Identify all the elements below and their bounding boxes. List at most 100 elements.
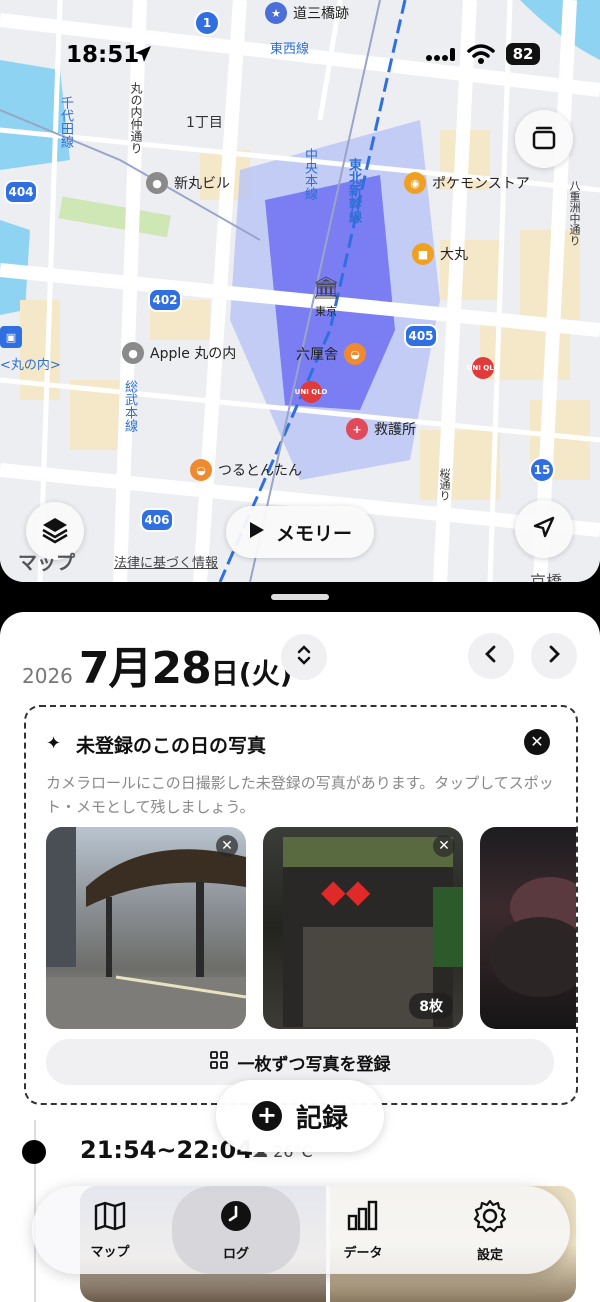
play-icon bbox=[248, 520, 266, 545]
sheet-grabber[interactable] bbox=[271, 594, 329, 600]
road-label: 京橋 bbox=[530, 572, 563, 582]
location-arrow-icon bbox=[531, 514, 557, 544]
status-bar: 18:51 82 bbox=[0, 40, 600, 72]
wifi-icon bbox=[467, 43, 495, 69]
food-icon: ◒ bbox=[344, 343, 366, 365]
pin-label: 東京 bbox=[314, 305, 337, 318]
pin-dosanbashi[interactable]: ★ 道三橋跡 bbox=[265, 2, 349, 24]
road-label: 中央本線 bbox=[302, 148, 317, 200]
route-badge: 405 bbox=[404, 324, 438, 348]
pin-rokurinsha[interactable]: 六厘舎 ◒ bbox=[296, 343, 366, 365]
map-view[interactable]: ★ 道三橋跡 ● 新丸ビル ◉ ポケモンストア ■ 大丸 🏛 東京 六厘舎 ◒ ● Apple… bbox=[0, 0, 600, 582]
grid-icon bbox=[209, 1050, 228, 1074]
photo-carousel[interactable]: ✕ ◆◆ ✕ 8枚 bbox=[46, 827, 576, 1029]
record-label: 記録 bbox=[295, 1103, 348, 1134]
pin-daimaru[interactable]: ■ 大丸 bbox=[412, 243, 468, 265]
status-time: 18:51 bbox=[66, 42, 140, 68]
map-streets bbox=[0, 0, 600, 582]
station-icon: 🏛 bbox=[312, 276, 340, 301]
route-badge: 15 bbox=[529, 457, 555, 483]
dismiss-photo-icon[interactable]: ✕ bbox=[216, 835, 238, 857]
pin-tokyo-station[interactable]: 🏛 東京 bbox=[312, 276, 340, 319]
plus-icon: + bbox=[251, 1101, 282, 1131]
next-day-button[interactable] bbox=[531, 633, 577, 679]
bus-stop-photo bbox=[46, 827, 246, 1029]
interior-photo bbox=[490, 877, 576, 997]
chevron-left-icon bbox=[484, 644, 498, 668]
route-badge: 1 bbox=[194, 10, 220, 36]
uniqlo-icon: UNI QLO bbox=[467, 357, 499, 379]
pin-label: 六厘舎 bbox=[296, 347, 338, 363]
legal-link[interactable]: 法律に基づく情報 bbox=[114, 552, 218, 571]
layers-icon bbox=[40, 514, 70, 548]
pin-uniqlo-2[interactable]: UNI QLO bbox=[467, 357, 499, 379]
maps-logo: マップ bbox=[18, 552, 76, 574]
date-month-day: 7月28 bbox=[78, 643, 212, 694]
register-label: 一枚ずつ写真を登録 bbox=[237, 1054, 391, 1075]
photo-count-badge: 8枚 bbox=[409, 993, 453, 1019]
tab-data[interactable]: データ bbox=[299, 1186, 427, 1274]
pin-label: 新丸ビル bbox=[174, 176, 230, 192]
road-label: 総武本線 bbox=[122, 380, 137, 432]
road-label: 1丁目 bbox=[186, 115, 223, 131]
road-label: 東北新幹線 bbox=[346, 158, 361, 223]
pin-label: つるとんたん bbox=[218, 463, 302, 479]
road-label: 丸の内仲通り bbox=[129, 82, 143, 154]
route-badge: 402 bbox=[148, 288, 182, 312]
record-button[interactable]: + 記録 bbox=[216, 1080, 384, 1152]
memory-label: メモリー bbox=[275, 522, 352, 545]
date-picker-button[interactable] bbox=[281, 634, 327, 680]
memory-button[interactable]: メモリー bbox=[226, 506, 374, 558]
chart-icon bbox=[346, 1200, 380, 1236]
dismiss-photo-icon[interactable]: ✕ bbox=[433, 835, 455, 857]
pin-marunouchi-label: <丸の内> bbox=[0, 354, 61, 373]
tab-log[interactable]: ログ bbox=[172, 1186, 300, 1274]
stack-icon bbox=[529, 122, 559, 156]
photo-thumbnail[interactable]: ◆◆ ✕ 8枚 bbox=[263, 827, 463, 1029]
tab-label: データ bbox=[343, 1245, 383, 1261]
unregistered-photos-card: ✦ 未登録のこの日の写真 ✕ カメラロールにこの日撮影した未登録の写真があります… bbox=[24, 705, 578, 1105]
road-label: 桜通り bbox=[438, 468, 451, 501]
pin-shinmaru[interactable]: ● 新丸ビル bbox=[146, 172, 230, 194]
pin-label: ポケモンストア bbox=[432, 176, 530, 192]
pin-tsurutontan[interactable]: ◒ つるとんたん bbox=[190, 459, 302, 481]
first-aid-icon: + bbox=[346, 418, 368, 440]
road-label: 千代田線 bbox=[58, 96, 73, 148]
tab-label: ログ bbox=[222, 1246, 249, 1262]
timeline-dot bbox=[22, 1140, 46, 1164]
close-icon[interactable]: ✕ bbox=[524, 729, 550, 755]
star-icon: ★ bbox=[265, 2, 287, 24]
card-description: カメラロールにこの日撮影した未登録の写真があります。タップしてスポット・メモとし… bbox=[46, 774, 554, 816]
signal-icon bbox=[425, 46, 457, 66]
tab-map[interactable]: マップ bbox=[46, 1186, 174, 1274]
pin-marunouchi-station[interactable]: ▣ bbox=[0, 326, 22, 348]
map-cards-button[interactable] bbox=[515, 110, 573, 168]
pin-label: <丸の内> bbox=[0, 358, 61, 373]
shopping-bag-icon: ■ bbox=[412, 243, 434, 265]
uniqlo-icon: UNI QLO bbox=[295, 381, 327, 403]
register-photos-button[interactable]: 一枚ずつ写真を登録 bbox=[46, 1039, 554, 1085]
sparkle-icon: ✦ bbox=[46, 733, 62, 754]
route-badge: 406 bbox=[140, 508, 174, 532]
pin-pokemon[interactable]: ◉ ポケモンストア bbox=[404, 172, 530, 194]
tab-label: マップ bbox=[90, 1244, 130, 1260]
pin-uniqlo-1[interactable]: UNI QLO bbox=[295, 381, 327, 403]
pin-kyugo[interactable]: + 救護所 bbox=[346, 418, 416, 440]
tab-settings[interactable]: 設定 bbox=[426, 1186, 554, 1274]
card-title: 未登録のこの日の写真 bbox=[76, 735, 267, 757]
building-icon: ● bbox=[146, 172, 168, 194]
route-badge: 404 bbox=[4, 180, 38, 204]
date-year: 2026 bbox=[22, 664, 73, 688]
tab-label: 設定 bbox=[476, 1247, 503, 1263]
pin-apple[interactable]: ● Apple 丸の内 bbox=[122, 342, 236, 364]
previous-day-button[interactable] bbox=[468, 633, 514, 679]
location-arrow-icon bbox=[133, 44, 153, 68]
photo-thumbnail[interactable]: ✕ bbox=[46, 827, 246, 1029]
photo-thumbnail[interactable] bbox=[480, 827, 576, 1029]
current-location-button[interactable] bbox=[515, 500, 573, 558]
pin-label: 道三橋跡 bbox=[293, 6, 349, 22]
date-header: 2026 7月28 日(火) bbox=[22, 632, 292, 696]
pin-label: 大丸 bbox=[440, 247, 468, 263]
tab-bar: マップ ログ データ 設定 bbox=[32, 1186, 570, 1274]
apple-icon: ● bbox=[122, 342, 144, 364]
